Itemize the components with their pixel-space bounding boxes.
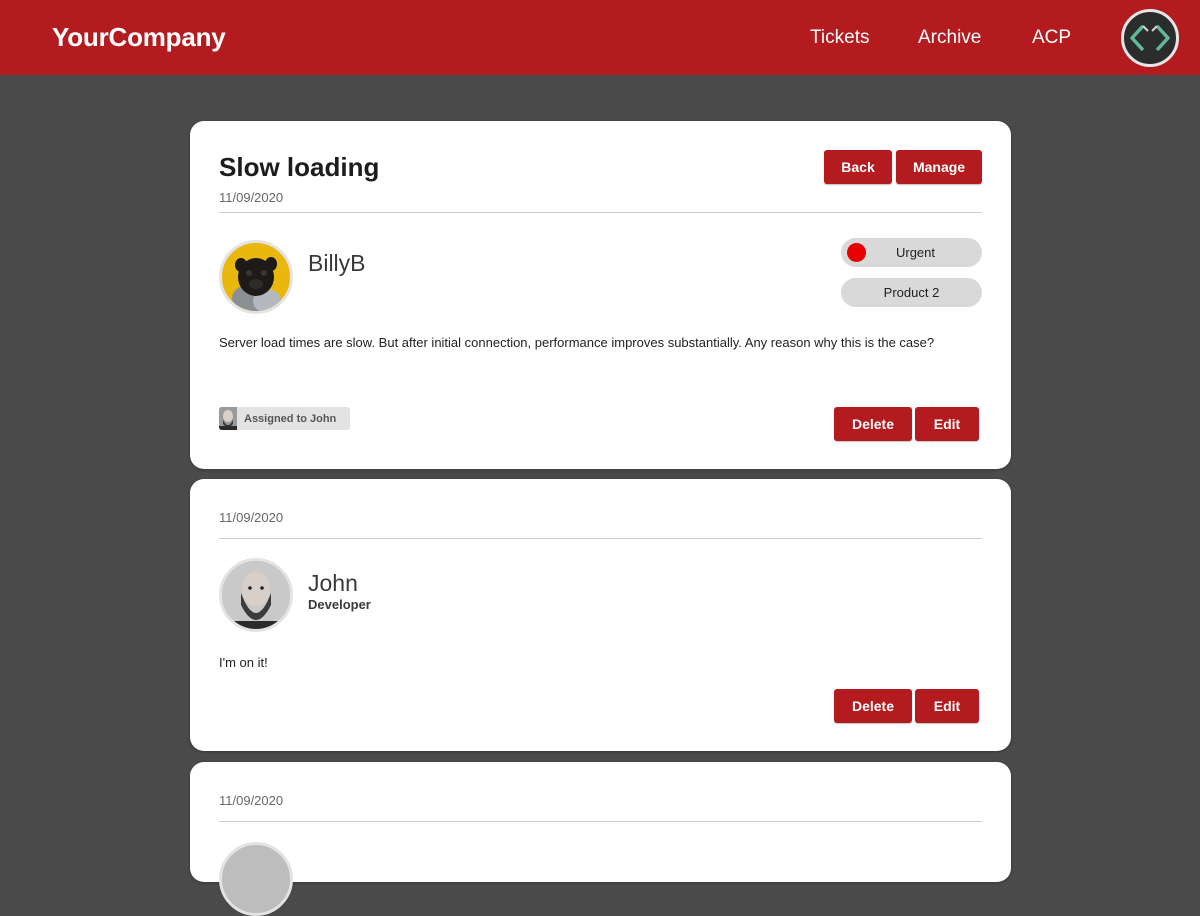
nav-link-acp[interactable]: ACP [1032, 27, 1071, 49]
author-name: John [308, 570, 358, 596]
code-brackets-icon [1130, 24, 1170, 52]
edit-button[interactable]: Edit [915, 689, 979, 723]
ticket-title: Slow loading [219, 152, 380, 182]
priority-badge[interactable]: Urgent [841, 238, 982, 267]
ticket-date: 11/09/2020 [219, 190, 284, 205]
assignee-chip[interactable]: Assigned to John [219, 407, 350, 430]
reply-date: 11/09/2020 [219, 793, 284, 808]
avatar [219, 842, 293, 916]
reply-card: 11/09/2020 [190, 762, 1011, 916]
delete-button[interactable]: Delete [834, 407, 912, 441]
edit-button[interactable]: Edit [915, 407, 979, 441]
product-badge[interactable]: Product 2 [841, 278, 982, 307]
reply-message: I'm on it! [219, 655, 268, 670]
product-label: Product 2 [883, 285, 940, 300]
priority-label: Urgent [895, 245, 936, 260]
author-role: Developer [308, 597, 371, 612]
manage-button[interactable]: Manage [896, 150, 982, 184]
pug-avatar-icon [232, 257, 281, 311]
assignee-avatar [219, 407, 237, 430]
avatar [219, 558, 293, 632]
author-name: BillyB [308, 250, 366, 276]
bearded-man-avatar-icon [222, 561, 290, 629]
nav-link-archive[interactable]: Archive [918, 27, 981, 49]
priority-dot-icon [847, 243, 866, 262]
divider [219, 821, 982, 822]
reply-date: 11/09/2020 [219, 510, 284, 525]
divider [219, 538, 982, 539]
profile-menu-button[interactable] [1121, 9, 1179, 67]
assignee-label: Assigned to John [244, 412, 337, 425]
delete-button[interactable]: Delete [834, 689, 912, 723]
ticket-card: Slow loading Back Manage 11/09/2020 Bill… [190, 121, 1011, 469]
brand-logo-link[interactable]: YourCompany [52, 22, 226, 53]
divider [219, 212, 982, 213]
ticket-message: Server load times are slow. But after in… [219, 335, 935, 350]
back-button[interactable]: Back [824, 150, 892, 184]
top-navbar: YourCompany Tickets Archive ACP [0, 0, 1200, 75]
avatar [219, 240, 293, 314]
person-avatar-icon [219, 407, 237, 430]
nav-link-tickets[interactable]: Tickets [810, 27, 869, 49]
reply-card: 11/09/2020 John Developer I'm on it! Del… [190, 479, 1011, 751]
